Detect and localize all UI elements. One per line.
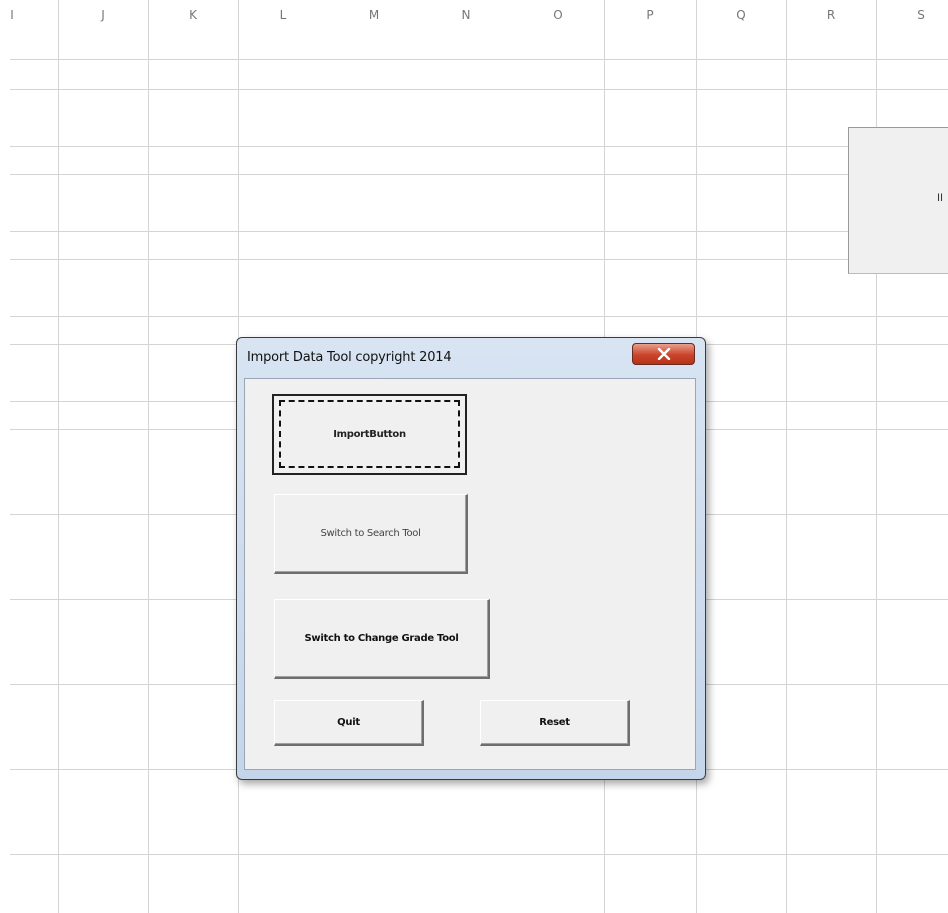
gridline-horizontal xyxy=(10,89,948,90)
sheet-shape-label: II xyxy=(937,192,944,204)
dialog-client-area: ImportButton Switch to Search Tool Switc… xyxy=(244,378,696,770)
gridline-horizontal xyxy=(10,146,948,147)
column-header-l[interactable]: L xyxy=(238,8,328,28)
column-header-j[interactable]: J xyxy=(58,8,148,28)
gridline-vertical xyxy=(786,0,787,913)
reset-button-label: Reset xyxy=(539,717,570,728)
change-grade-button-label: Switch to Change Grade Tool xyxy=(304,633,459,644)
column-header-m[interactable]: M xyxy=(328,8,420,28)
gridline-vertical xyxy=(58,0,59,913)
column-header-r[interactable]: R xyxy=(786,8,876,28)
close-button[interactable] xyxy=(632,343,695,365)
gridline-vertical xyxy=(148,0,149,913)
gridline-horizontal xyxy=(10,59,948,60)
focus-rectangle xyxy=(279,400,460,468)
switch-to-search-tool-button[interactable]: Switch to Search Tool xyxy=(274,494,468,574)
quit-button[interactable]: Quit xyxy=(274,700,424,746)
search-button-label: Switch to Search Tool xyxy=(320,528,421,539)
gridline-horizontal xyxy=(10,174,948,175)
sheet-shape-button[interactable]: II xyxy=(848,127,948,274)
gridline-horizontal xyxy=(10,259,948,260)
column-header-o[interactable]: O xyxy=(512,8,604,28)
switch-to-change-grade-tool-button[interactable]: Switch to Change Grade Tool xyxy=(274,599,490,679)
column-header-q[interactable]: Q xyxy=(696,8,786,28)
gridline-horizontal xyxy=(10,316,948,317)
dialog-title: Import Data Tool copyright 2014 xyxy=(247,350,452,365)
close-x-icon xyxy=(657,348,670,360)
quit-button-label: Quit xyxy=(337,717,360,728)
import-button[interactable]: ImportButton xyxy=(272,394,467,475)
gridline-horizontal xyxy=(10,231,948,232)
column-header-n[interactable]: N xyxy=(420,8,512,28)
dialog-titlebar[interactable]: Import Data Tool copyright 2014 xyxy=(237,338,705,378)
import-data-dialog: Import Data Tool copyright 2014 ImportBu… xyxy=(236,337,706,780)
column-header-p[interactable]: P xyxy=(604,8,696,28)
reset-button[interactable]: Reset xyxy=(480,700,630,746)
column-header-s[interactable]: S xyxy=(876,8,948,28)
column-header-k[interactable]: K xyxy=(148,8,238,28)
gridline-horizontal xyxy=(10,854,948,855)
column-header-i[interactable]: I xyxy=(0,8,24,28)
